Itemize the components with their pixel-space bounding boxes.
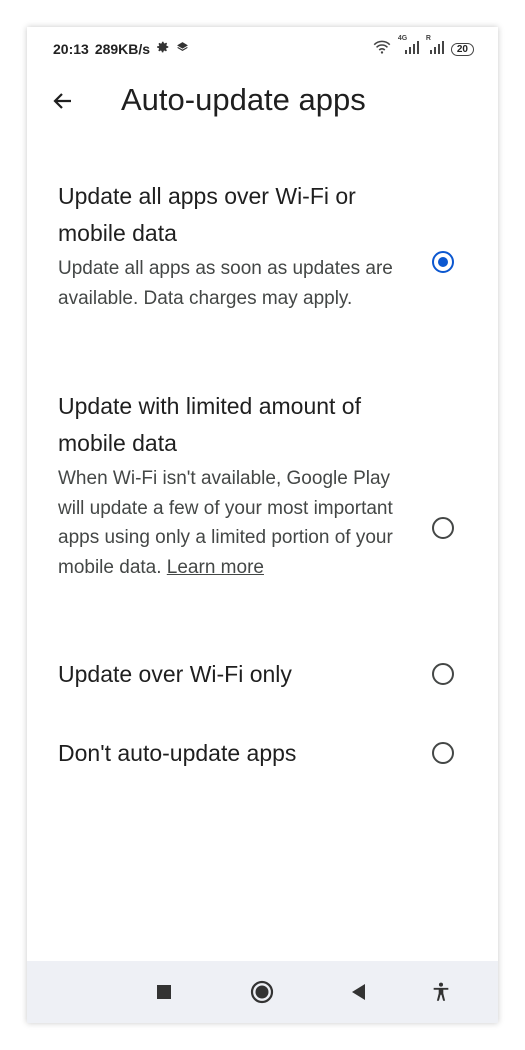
- network-speed: 289KB/s: [94, 40, 151, 57]
- radio-button[interactable]: [432, 663, 454, 685]
- network-type-label: 4G: [397, 34, 408, 42]
- radio-button-selected[interactable]: [432, 251, 454, 273]
- option-title: Don't auto-update apps: [58, 740, 297, 766]
- option-title: Update over Wi-Fi only: [58, 661, 292, 687]
- home-button[interactable]: [249, 979, 275, 1005]
- accessibility-icon: [433, 982, 449, 1001]
- cellular-signal-icon: 4G: [398, 35, 419, 59]
- square-icon: [157, 985, 171, 999]
- arrow-left-icon: [53, 93, 71, 109]
- roaming-label: R: [425, 34, 431, 42]
- gear-icon: [156, 40, 170, 57]
- status-left: 20:13 289KB/s: [53, 40, 189, 57]
- status-bar: 20:13 289KB/s 4G R 20: [27, 27, 498, 69]
- phone-screen: 20:13 289KB/s 4G R 20 Auto-update apps U…: [27, 27, 498, 1023]
- status-time: 20:13: [53, 40, 89, 57]
- navigation-bar: [27, 961, 498, 1023]
- accessibility-button[interactable]: [428, 979, 454, 1005]
- option-title: Update with limited amount of mobile dat…: [58, 393, 361, 456]
- layers-icon: [176, 41, 189, 57]
- wifi-icon: [372, 40, 392, 59]
- triangle-left-icon: [352, 984, 365, 1000]
- option-update-all-over-wifi-or-mobile[interactable]: Update all apps over Wi-Fi or mobile dat…: [58, 178, 478, 313]
- radio-button[interactable]: [432, 742, 454, 764]
- page-title: Auto-update apps: [121, 82, 366, 117]
- option-update-limited-mobile-data[interactable]: Update with limited amount of mobile dat…: [58, 388, 478, 582]
- option-dont-auto-update[interactable]: Don't auto-update apps: [58, 735, 478, 772]
- radio-button[interactable]: [432, 517, 454, 539]
- option-title: Update all apps over Wi-Fi or mobile dat…: [58, 183, 356, 246]
- battery-indicator: 20: [450, 43, 474, 56]
- option-description: When Wi-Fi isn't available, Google Play …: [58, 464, 398, 582]
- circle-icon: [250, 980, 274, 1004]
- back-button[interactable]: [47, 85, 79, 117]
- nav-back-button[interactable]: [345, 979, 371, 1005]
- recents-button[interactable]: [151, 979, 177, 1005]
- option-update-wifi-only[interactable]: Update over Wi-Fi only: [58, 656, 478, 693]
- option-description: Update all apps as soon as updates are a…: [58, 258, 393, 309]
- app-bar: Auto-update apps: [27, 77, 498, 123]
- learn-more-link[interactable]: Learn more: [167, 557, 264, 578]
- status-right: 4G R 20: [372, 35, 474, 59]
- roaming-signal-icon: R: [426, 35, 444, 59]
